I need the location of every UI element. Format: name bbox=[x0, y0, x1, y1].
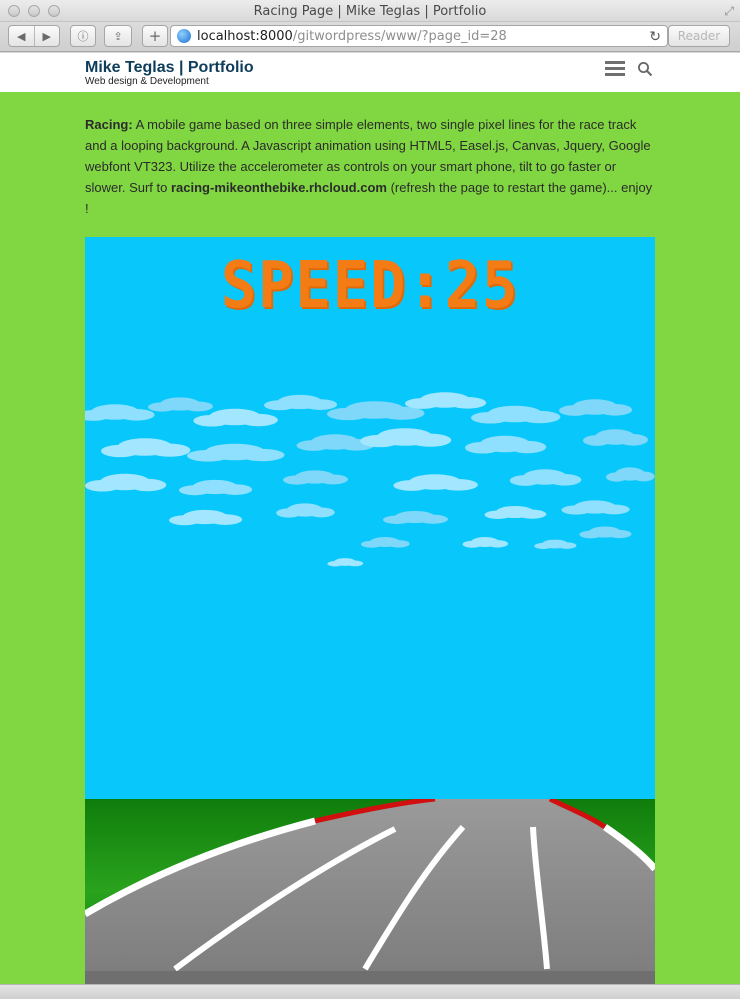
cloud bbox=[393, 474, 478, 491]
cloud bbox=[405, 392, 487, 409]
cloud bbox=[85, 473, 167, 492]
cloud bbox=[559, 399, 633, 416]
browser-toolbar: ◀ ▶ ⓘ ⇪ + localhost:8000/gitwordpress/ww… bbox=[0, 22, 740, 52]
intro-paragraph: Racing: A mobile game based on three sim… bbox=[85, 114, 655, 219]
cloud bbox=[471, 405, 561, 424]
intro-lead: Racing: bbox=[85, 117, 133, 132]
menu-icon[interactable] bbox=[605, 61, 625, 77]
reload-icon[interactable]: ↻ bbox=[649, 28, 661, 45]
game-link[interactable]: racing-mikeonthebike.rhcloud.com bbox=[171, 180, 387, 195]
cloud bbox=[169, 509, 243, 526]
page-viewport: Mike Teglas | Portfolio Web design & Dev… bbox=[0, 53, 740, 984]
cloud bbox=[193, 408, 278, 427]
window-status-bar bbox=[0, 984, 740, 999]
speed-value: 25 bbox=[444, 249, 520, 323]
cloud bbox=[561, 500, 630, 515]
history-nav-group: ◀ ▶ bbox=[8, 25, 60, 47]
url-host: localhost:8000 bbox=[197, 29, 293, 44]
info-icon[interactable]: ⓘ bbox=[70, 25, 96, 47]
window-title: Racing Page | Mike Teglas | Portfolio bbox=[253, 4, 487, 19]
site-title[interactable]: Mike Teglas | Portfolio bbox=[85, 59, 254, 77]
clouds-background bbox=[85, 392, 655, 567]
url-path: /gitwordpress/www/?page_id=28 bbox=[292, 29, 507, 44]
address-bar[interactable]: localhost:8000/gitwordpress/www/?page_id… bbox=[170, 25, 668, 47]
cloud bbox=[383, 510, 448, 524]
cloud bbox=[187, 443, 285, 462]
site-tagline: Web design & Development bbox=[85, 76, 209, 87]
search-icon[interactable] bbox=[637, 61, 653, 77]
cloud bbox=[327, 558, 364, 567]
cloud bbox=[101, 438, 191, 458]
game-canvas[interactable]: SPEED:25 bbox=[85, 237, 655, 984]
cloud bbox=[462, 537, 509, 548]
window-titlebar: Racing Page | Mike Teglas | Portfolio ⤢ bbox=[0, 0, 740, 22]
cloud bbox=[583, 429, 648, 446]
cloud bbox=[465, 435, 547, 454]
cloud bbox=[509, 469, 582, 486]
back-arrow-icon[interactable]: ◀ bbox=[9, 30, 34, 43]
cloud bbox=[606, 467, 655, 482]
cloud bbox=[360, 428, 452, 448]
race-track bbox=[85, 799, 655, 984]
speed-label: SPEED: bbox=[220, 249, 445, 323]
fullscreen-icon[interactable]: ⤢ bbox=[724, 4, 734, 19]
speed-readout: SPEED:25 bbox=[108, 249, 632, 323]
cloud bbox=[276, 503, 335, 518]
cloud bbox=[579, 526, 632, 539]
cloud bbox=[283, 470, 348, 485]
cloud bbox=[264, 394, 338, 411]
cloud bbox=[148, 397, 213, 412]
address-url[interactable]: localhost:8000/gitwordpress/www/?page_id… bbox=[197, 29, 507, 44]
globe-icon bbox=[177, 29, 191, 43]
cloud bbox=[534, 539, 577, 550]
reader-button[interactable]: Reader bbox=[668, 25, 730, 47]
cloud bbox=[85, 404, 155, 421]
site-header: Mike Teglas | Portfolio Web design & Dev… bbox=[0, 53, 740, 92]
cloud bbox=[484, 505, 547, 519]
cloud bbox=[179, 479, 253, 496]
add-icon[interactable]: + bbox=[142, 25, 168, 47]
share-icon[interactable]: ⇪ bbox=[104, 25, 132, 47]
forward-arrow-icon[interactable]: ▶ bbox=[34, 30, 59, 43]
cloud bbox=[361, 537, 410, 548]
